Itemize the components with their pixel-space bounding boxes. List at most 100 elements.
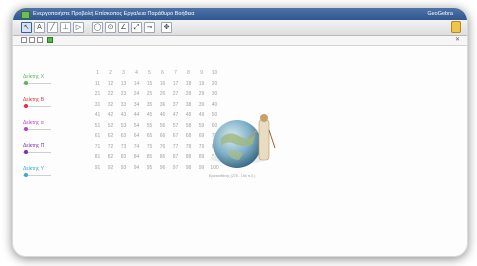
geogebra-window: Ενεργοποιήστε Προβολή Επίσκοπος Εργαλεια…: [12, 7, 468, 257]
grid-cell: 69: [198, 133, 205, 139]
grid-cell: 75: [146, 143, 153, 150]
grid-cell: 83: [120, 154, 127, 160]
grid-cell: 44: [133, 112, 140, 118]
grid-cell: 20: [211, 80, 218, 87]
grid-cell: 24: [133, 91, 140, 97]
perpendicular-tool-button[interactable]: ⊥: [60, 22, 71, 33]
slider[interactable]: Δείκτης Π: [23, 143, 51, 157]
stylebar-axes-button[interactable]: [37, 37, 43, 43]
grid-cell: 78: [185, 143, 192, 150]
grid-cell: 54: [133, 122, 140, 129]
grid-cell: 96: [159, 164, 166, 171]
grid-cell: 58: [185, 122, 192, 129]
grid-cell: 82: [107, 154, 114, 160]
slider-tool-button[interactable]: ⊸: [144, 22, 155, 33]
stylebar-toggle-button[interactable]: [21, 37, 27, 43]
move-view-tool-button[interactable]: ✥: [161, 22, 172, 33]
window-title-right: GeoGebra: [427, 11, 453, 17]
grid-cell: 16: [159, 80, 166, 87]
conic-tool-button[interactable]: ⊙: [105, 22, 116, 33]
grid-cell: 2: [109, 70, 112, 76]
grid-cell: 43: [120, 112, 127, 118]
grid-cell: 47: [172, 112, 179, 118]
grid-cell: 57: [172, 122, 179, 129]
grid-cell: 6: [161, 70, 164, 76]
point-tool-button[interactable]: A: [34, 22, 45, 33]
slider-knob[interactable]: [24, 150, 29, 154]
grid-cell: 86: [159, 154, 166, 160]
polygon-tool-button[interactable]: ▷: [73, 22, 84, 33]
grid-cell: 49: [198, 112, 205, 118]
slider[interactable]: Δείκτης α: [23, 120, 51, 134]
grid-cell: 65: [146, 133, 153, 139]
grid-cell: 29: [198, 91, 205, 97]
reflect-tool-button[interactable]: ⤢: [131, 22, 142, 33]
angle-tool-button[interactable]: ∠: [118, 22, 129, 33]
move-tool-button[interactable]: ↖: [21, 22, 32, 33]
grid-cell: 95: [146, 164, 153, 171]
grid-cell: 1: [96, 70, 99, 76]
close-icon[interactable]: ✕: [455, 36, 460, 43]
grid-cell: 61: [94, 133, 101, 139]
grid-cell: 38: [185, 101, 192, 108]
grid-cell: 62: [107, 133, 114, 139]
slider-label: Δείκτης α: [23, 120, 44, 126]
slider-knob[interactable]: [24, 173, 29, 177]
grid-cell: 28: [185, 91, 192, 97]
grid-cell: 55: [146, 122, 153, 129]
slider[interactable]: Δείκτης Υ: [23, 166, 51, 180]
grid-cell: 34: [133, 101, 140, 108]
grid-cell: 13: [120, 80, 127, 87]
grid-cell: 27: [172, 91, 179, 97]
grid-cell: 76: [159, 143, 166, 150]
grid-cell: 46: [159, 112, 166, 118]
grid-cell: 45: [146, 112, 153, 118]
grid-cell: 51: [94, 122, 101, 129]
grid-cell: 21: [94, 91, 101, 97]
grid-cell: 52: [107, 122, 114, 129]
grid-cell: 71: [94, 143, 101, 150]
stylebar-grid-button[interactable]: [29, 37, 35, 43]
grid-cell: 84: [133, 154, 140, 160]
grid-cell: 68: [185, 133, 192, 139]
grid-cell: 48: [185, 112, 192, 118]
grid-cell: 32: [107, 101, 114, 108]
slider-label: Δείκτης Υ: [23, 166, 44, 172]
slider[interactable]: Δείκτης Χ: [23, 74, 51, 88]
grid-cell: 15: [146, 80, 153, 87]
slider-knob[interactable]: [24, 104, 29, 108]
circle-tool-button[interactable]: ◯: [92, 22, 103, 33]
grid-cell: 67: [172, 133, 179, 139]
grid-cell: 3: [122, 70, 125, 76]
title-bar: Ενεργοποιήστε Προβολή Επίσκοπος Εργαλεια…: [13, 8, 467, 20]
slider-knob[interactable]: [24, 127, 29, 131]
grid-cell: 35: [146, 101, 153, 108]
grid-cell: 42: [107, 112, 114, 118]
grid-cell: 36: [159, 101, 166, 108]
line-tool-button[interactable]: ╱: [47, 22, 58, 33]
grid-cell: 53: [120, 122, 127, 129]
grid-cell: 56: [159, 122, 166, 129]
grid-cell: 33: [120, 101, 127, 108]
grid-cell: 92: [107, 164, 114, 171]
grid-cell: 19: [198, 80, 205, 87]
grid-cell: 30: [211, 91, 218, 97]
stylebar-color-button[interactable]: [47, 37, 53, 43]
slider-knob[interactable]: [24, 81, 29, 85]
grid-cell: 89: [198, 154, 205, 160]
slider-label: Δείκτης Β: [23, 97, 45, 103]
grid-cell: 25: [146, 91, 153, 97]
number-grid: 1 2 3 4 5 6 7 8 9 10 11 12 13 14 15 16 17 18 19 20 21 22 23 24 2…: [91, 68, 221, 173]
grid-cell: 26: [159, 91, 166, 97]
help-icon[interactable]: [451, 21, 461, 33]
grid-cell: 37: [172, 101, 179, 108]
grid-cell: 72: [107, 143, 114, 150]
app-icon: [21, 11, 30, 19]
slider[interactable]: Δείκτης Β: [23, 97, 51, 111]
grid-cell: 23: [120, 91, 127, 97]
grid-cell: 98: [185, 164, 192, 171]
style-bar: ✕: [13, 36, 467, 46]
grid-cell: 22: [107, 91, 114, 97]
toolbar: ↖ A ╱ ⊥ ▷ ◯ ⊙ ∠ ⤢ ⊸ ✥: [13, 20, 467, 36]
grid-cell: 39: [198, 101, 205, 108]
